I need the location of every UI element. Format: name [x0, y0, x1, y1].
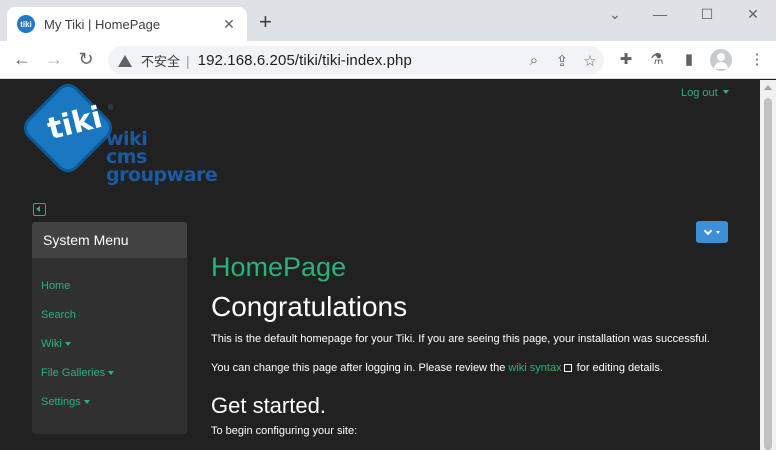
heading-congratulations: Congratulations	[211, 291, 408, 322]
close-window-button[interactable]: ✕	[743, 6, 763, 23]
external-link-icon[interactable]	[563, 364, 572, 372]
menu-item-home[interactable]: Home	[41, 280, 70, 292]
security-label[interactable]: 不安全	[141, 51, 180, 70]
logout-menu[interactable]: Log out	[681, 87, 729, 99]
new-tab-button[interactable]: +	[259, 11, 272, 33]
close-tab-icon[interactable]: ✕	[221, 16, 237, 33]
logout-label[interactable]: Log out	[681, 87, 718, 99]
menu-item-label[interactable]: Settings	[41, 396, 81, 408]
system-menu-title: System Menu	[32, 222, 187, 258]
not-secure-warning-icon[interactable]	[118, 54, 132, 67]
collapse-sidebar-icon[interactable]	[33, 203, 46, 216]
tiki-logo[interactable]: tiki ® wiki cms groupware	[22, 82, 218, 190]
caret-down-icon	[64, 342, 71, 346]
menu-item-label[interactable]: Search	[41, 309, 76, 321]
side-panel-icon[interactable]: ▮	[678, 50, 700, 68]
url-text[interactable]: 192.168.6.205/tiki/tiki-index.php	[198, 52, 520, 69]
menu-item-label[interactable]: File Galleries	[41, 367, 105, 379]
bookmark-star-icon[interactable]: ☆	[576, 52, 604, 70]
caret-down-icon	[722, 90, 729, 94]
zoom-icon[interactable]: ⌕	[520, 52, 548, 69]
separator: |	[186, 52, 190, 69]
menu-item-label[interactable]: Wiki	[41, 338, 62, 350]
back-button[interactable]: ←	[11, 49, 33, 69]
address-bar[interactable]: 不安全 | 192.168.6.205/tiki/tiki-index.php …	[108, 46, 604, 75]
share-icon[interactable]: ⇪	[548, 52, 576, 70]
scrollbar-thumb[interactable]	[764, 98, 772, 450]
logo-tagline-3: groupware	[106, 164, 218, 186]
tab-title: My Tiki | HomePage	[44, 16, 161, 32]
wiki-syntax-link[interactable]: wiki syntax	[508, 362, 561, 374]
minimize-button[interactable]: —	[650, 6, 670, 22]
page-actions-button[interactable]	[696, 221, 728, 243]
syntax-paragraph: You can change this page after logging i…	[211, 362, 663, 374]
intro-paragraph: This is the default homepage for your Ti…	[211, 333, 710, 345]
menu-item-wiki[interactable]: Wiki	[41, 338, 71, 350]
system-menu: System Menu Home Search Wiki File Galler…	[32, 222, 187, 434]
extensions-icon[interactable]: ✚	[615, 50, 637, 68]
caret-down-icon	[83, 400, 90, 404]
browser-tab[interactable]: tiki My Tiki | HomePage ✕	[7, 7, 247, 41]
chevron-down-icon	[703, 226, 712, 235]
registered-mark: ®	[108, 105, 114, 112]
page-title[interactable]: HomePage	[211, 252, 346, 283]
menu-item-settings[interactable]: Settings	[41, 396, 90, 408]
forward-button[interactable]: →	[43, 49, 65, 69]
syntax-text-before: You can change this page after logging i…	[211, 362, 509, 374]
configure-paragraph: To begin configuring your site:	[211, 425, 358, 437]
maximize-button[interactable]: ☐	[697, 6, 717, 23]
tab-strip: tiki My Tiki | HomePage ✕ + ⌄ — ☐ ✕	[0, 0, 776, 41]
page-viewport: Log out tiki ® wiki cms groupware System…	[0, 80, 760, 450]
menu-kebab-icon[interactable]: ⋮	[746, 50, 768, 68]
profile-avatar[interactable]	[710, 49, 732, 71]
tab-search-icon[interactable]: ⌄	[605, 6, 625, 23]
caret-down-icon	[715, 230, 720, 234]
tiki-favicon-icon: tiki	[17, 15, 35, 33]
menu-item-label[interactable]: Home	[41, 280, 70, 292]
scroll-up-arrow-icon[interactable]	[764, 85, 772, 90]
heading-get-started: Get started.	[211, 393, 326, 418]
vertical-scrollbar[interactable]	[760, 80, 776, 450]
caret-down-icon	[108, 371, 115, 375]
menu-item-search[interactable]: Search	[41, 309, 76, 321]
browser-toolbar: ← → ↻ 不安全 | 192.168.6.205/tiki/tiki-inde…	[0, 41, 776, 79]
menu-item-file-galleries[interactable]: File Galleries	[41, 367, 115, 379]
labs-flask-icon[interactable]: ⚗	[646, 50, 668, 68]
reload-button[interactable]: ↻	[75, 49, 97, 69]
syntax-text-after: for editing details.	[573, 362, 663, 374]
